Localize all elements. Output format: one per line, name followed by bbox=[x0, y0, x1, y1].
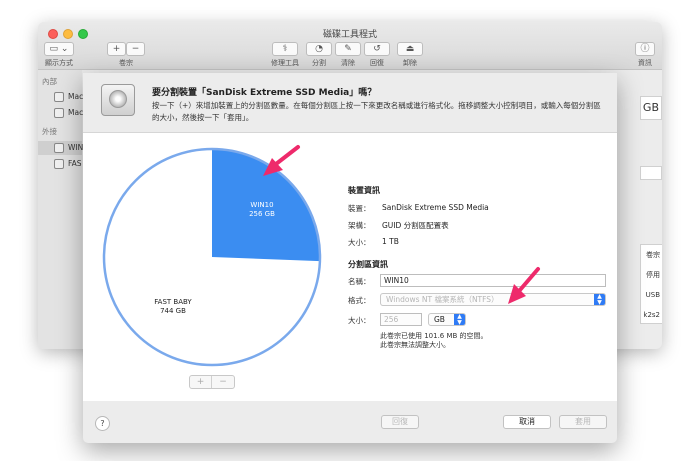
format-select[interactable]: Windows NT 檔案系統（NTFS） ▲ ▼ bbox=[380, 293, 606, 306]
volume-label: 卷宗 bbox=[119, 59, 133, 67]
info-row: USB bbox=[645, 291, 660, 299]
sidebar-item-internal-1[interactable]: Mac bbox=[38, 90, 84, 104]
device-value: SanDisk Extreme SSD Media bbox=[382, 203, 489, 212]
view-label: 顯示方式 bbox=[45, 59, 73, 67]
size-display: GB bbox=[640, 96, 662, 120]
window-title-text: 磁碟工具程式 bbox=[322, 30, 377, 40]
info-row: 停用 bbox=[646, 271, 660, 279]
updown-icon: ▲ ▼ bbox=[454, 314, 465, 325]
device-size-value: 1 TB bbox=[382, 237, 399, 246]
partition-size-label: 大小： bbox=[348, 316, 371, 325]
restore-label: 回復 bbox=[370, 59, 384, 67]
info-button[interactable]: ⓘ bbox=[635, 42, 655, 56]
usage-note: 此卷宗已使用 101.6 MB 的空間。 此卷宗無法調整大小。 bbox=[380, 332, 488, 350]
pie-label-name: FAST BABY bbox=[154, 298, 192, 306]
sidebar: 內部 Mac Mac 外接 WIN FAS bbox=[38, 70, 84, 349]
sheet-description: 按一下（+）來增加裝置上的分割區數量。在每個分割區上按一下來更改名稱或進行格式化… bbox=[152, 101, 601, 122]
remove-volume-button[interactable]: − bbox=[126, 42, 145, 56]
restore-button[interactable]: ↺ bbox=[364, 42, 390, 56]
drive-icon bbox=[54, 143, 64, 153]
erase-label: 清除 bbox=[341, 59, 355, 67]
partition-icon: ◔ bbox=[315, 44, 323, 54]
info-row: 卷宗 bbox=[646, 251, 660, 259]
partition-sheet: 要分割裝置「SanDisk Extreme SSD Media」嗎？ 按一下（+… bbox=[83, 73, 617, 443]
info-table: 卷宗 停用 USB k2s2 bbox=[640, 244, 662, 324]
sidebar-section-external: 外接 bbox=[42, 127, 57, 136]
help-button[interactable]: ? bbox=[95, 416, 110, 431]
window-title: 磁碟工具程式 bbox=[38, 27, 662, 40]
eject-icon: ⏏ bbox=[405, 44, 415, 54]
pie-label-fast-baby: FAST BABY 744 GB bbox=[133, 298, 213, 316]
drive-icon bbox=[54, 108, 64, 118]
sheet-header: 要分割裝置「SanDisk Extreme SSD Media」嗎？ 按一下（+… bbox=[83, 73, 617, 133]
erase-button[interactable]: ✎ bbox=[335, 42, 361, 56]
partition-size-field[interactable]: 256 bbox=[380, 313, 422, 326]
info-row: k2s2 bbox=[643, 311, 660, 319]
sidebar-item-label: Mac bbox=[68, 92, 84, 101]
restore-icon: ↺ bbox=[373, 44, 381, 54]
info-label: 資訊 bbox=[638, 59, 652, 67]
sidebar-icon: ▭ ⌄ bbox=[49, 44, 69, 54]
drive-icon bbox=[54, 92, 64, 102]
info-icon: ⓘ bbox=[640, 44, 650, 54]
partition-add-remove: + − bbox=[189, 375, 235, 389]
name-label: 名稱： bbox=[348, 277, 371, 286]
format-value: Windows NT 檔案系統（NTFS） bbox=[386, 295, 499, 304]
annotation-arrow-pie bbox=[263, 145, 300, 176]
pie-label-win10: WIN10 256 GB bbox=[227, 201, 297, 219]
pie-label-size: 256 GB bbox=[249, 210, 275, 218]
sidebar-item-win[interactable]: WIN bbox=[38, 141, 84, 155]
first-aid-button[interactable]: ⚕ bbox=[272, 42, 298, 56]
partition-info-header: 分割區資訊 bbox=[348, 260, 388, 269]
size-unit-select[interactable]: GB ▲ ▼ bbox=[428, 313, 466, 326]
scheme-value: GUID 分割區配置表 bbox=[382, 221, 449, 230]
erase-icon: ✎ bbox=[344, 44, 352, 54]
sidebar-item-internal-2[interactable]: Mac bbox=[38, 106, 84, 120]
unmount-label: 卸除 bbox=[403, 59, 417, 67]
stethoscope-icon: ⚕ bbox=[282, 44, 288, 54]
partition-button[interactable]: ◔ bbox=[306, 42, 332, 56]
view-button[interactable]: ▭ ⌄ bbox=[44, 42, 74, 56]
sidebar-item-label: FAS bbox=[68, 159, 82, 168]
pie-label-name: WIN10 bbox=[250, 201, 274, 209]
resize-note-line: 此卷宗無法調整大小。 bbox=[380, 341, 450, 349]
sidebar-item-label: Mac bbox=[68, 108, 84, 117]
first-aid-label: 修理工具 bbox=[271, 59, 299, 67]
sidebar-section-internal: 內部 bbox=[42, 77, 57, 86]
annotation-arrow-format bbox=[508, 267, 540, 304]
apply-button[interactable]: 套用 bbox=[559, 415, 607, 429]
cancel-button[interactable]: 取消 bbox=[503, 415, 551, 429]
info-field bbox=[640, 166, 662, 180]
window-titlebar: 磁碟工具程式 ▭ ⌄ 顯示方式 + − 卷宗 ⚕ 修理工具 ◔ 分割 ✎ 清除 … bbox=[38, 22, 662, 70]
sidebar-item-label: WIN bbox=[68, 143, 84, 152]
pie-label-size: 744 GB bbox=[160, 307, 186, 315]
device-size-label: 大小： bbox=[348, 238, 371, 247]
usage-note-line: 此卷宗已使用 101.6 MB 的空間。 bbox=[380, 332, 488, 340]
device-label: 裝置： bbox=[348, 204, 371, 213]
updown-icon: ▲ ▼ bbox=[594, 294, 605, 305]
size-unit-value: GB bbox=[434, 315, 445, 324]
add-volume-button[interactable]: + bbox=[107, 42, 126, 56]
unmount-button[interactable]: ⏏ bbox=[397, 42, 423, 56]
drive-icon bbox=[54, 159, 64, 169]
sheet-title: 要分割裝置「SanDisk Extreme SSD Media」嗎？ bbox=[152, 88, 377, 98]
revert-button[interactable]: 回復 bbox=[381, 415, 419, 429]
remove-partition-button[interactable]: − bbox=[212, 376, 234, 388]
hard-disk-icon bbox=[101, 84, 135, 116]
partition-name-field[interactable]: WIN10 bbox=[380, 274, 606, 287]
scheme-label: 架構： bbox=[348, 221, 371, 230]
sidebar-item-fast[interactable]: FAS bbox=[38, 157, 82, 171]
partition-label: 分割 bbox=[312, 59, 326, 67]
format-label: 格式： bbox=[348, 296, 371, 305]
add-partition-button[interactable]: + bbox=[190, 376, 212, 388]
device-info-header: 裝置資訊 bbox=[348, 186, 380, 195]
